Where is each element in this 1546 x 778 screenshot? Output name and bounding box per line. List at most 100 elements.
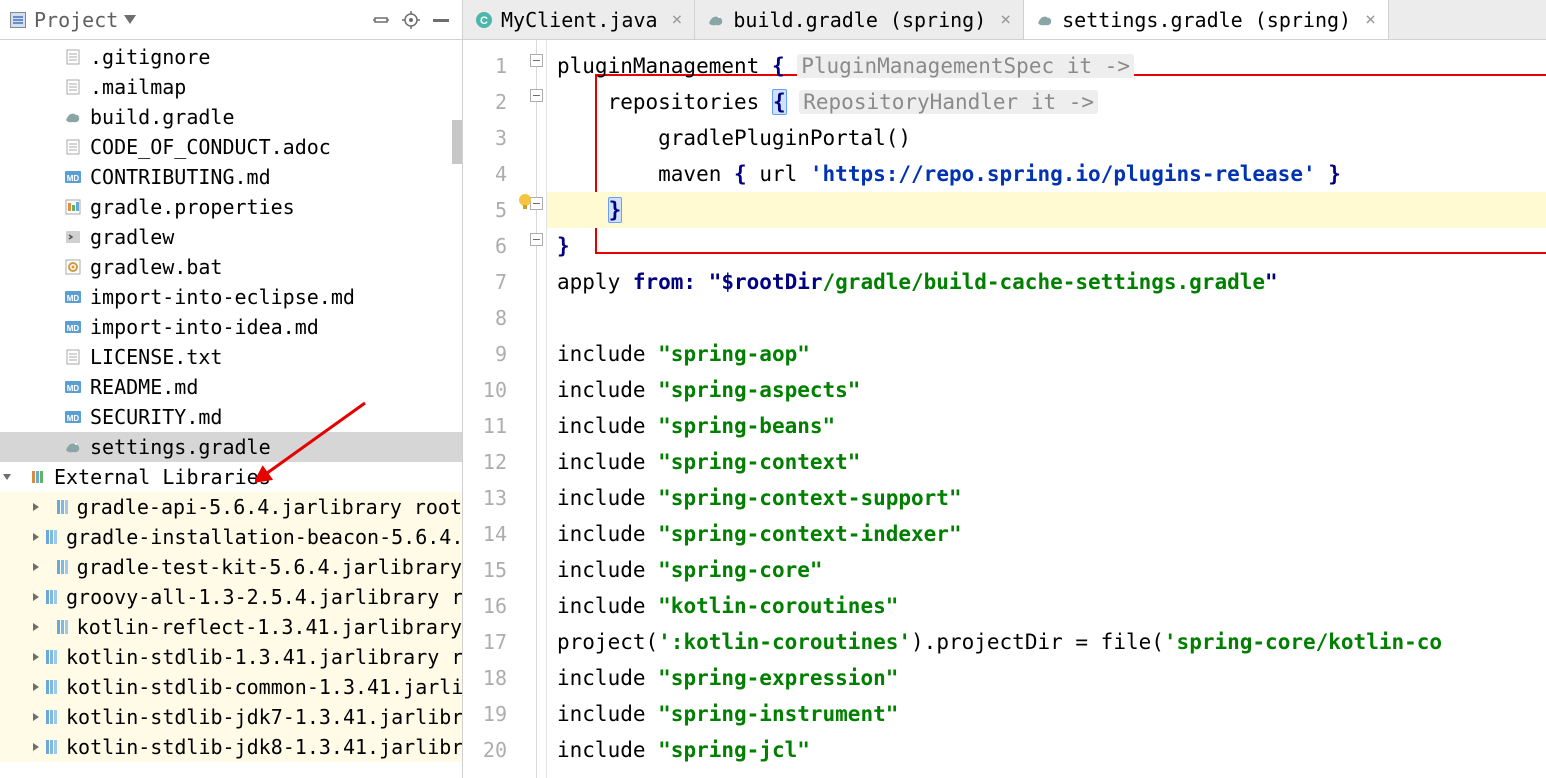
library-tree-item[interactable]: gradle-api-5.6.4.jarlibrary root [0,492,462,522]
file-icon [64,108,82,126]
code-line[interactable]: include "spring-aop" [547,336,1546,372]
inline-hint: PluginManagementSpec it -> [797,54,1134,78]
svg-text:MD: MD [67,384,80,393]
file-icon [64,228,82,246]
fold-toggle-icon[interactable] [530,233,543,246]
file-icon: MD [64,288,82,306]
file-tree-item[interactable]: MDimport-into-idea.md [0,312,462,342]
file-name: settings.gradle [90,435,271,459]
file-name: import-into-idea.md [90,315,319,339]
fold-toggle-icon[interactable] [530,54,543,67]
code-line[interactable]: include "kotlin-coroutines" [547,588,1546,624]
file-tree-item[interactable]: MDSECURITY.md [0,402,462,432]
code-line[interactable] [547,300,1546,336]
file-tree-item[interactable]: MD import-into-eclipse.md [0,282,462,312]
library-name: groovy-all-1.3-2.5.4.jar [66,585,355,609]
line-number: 7 [463,264,527,300]
chevron-right-icon [30,651,42,663]
project-tree[interactable]: .gitignore .mailmapbuild.gradle CODE_OF_CO… [0,40,462,778]
library-tree-item[interactable]: kotlin-stdlib-jdk8-1.3.41.jarlibr [0,732,462,762]
file-tree-item[interactable]: MD README.md [0,372,462,402]
file-tree-item[interactable]: .gitignore [0,42,462,72]
library-suffix: li [439,675,462,699]
code-line[interactable]: gradlePluginPortal() [547,120,1546,156]
library-suffix: library r [355,585,462,609]
line-number: 15 [463,552,527,588]
code-line[interactable]: apply from: "$rootDir/gradle/build-cache… [547,264,1546,300]
file-icon [64,198,82,216]
file-tree-item[interactable]: LICENSE.txt [0,342,462,372]
code-editor[interactable]: 1234567891011121314151617181920 pluginMa… [463,40,1546,778]
code-line[interactable]: include "spring-expression" [547,660,1546,696]
code-line[interactable]: pluginManagement { PluginManagementSpec … [547,48,1546,84]
svg-text:C: C [480,15,488,27]
file-tree-item[interactable]: .mailmap [0,72,462,102]
close-icon[interactable]: × [1365,9,1376,30]
code-line[interactable]: include "spring-context-indexer" [547,516,1546,552]
editor-tab[interactable]: settings.gradle (spring)× [1024,0,1389,39]
chevron-down-icon [0,470,30,484]
gear-icon[interactable] [400,9,422,31]
editor-tab[interactable]: build.gradle (spring)× [695,0,1024,39]
code-line[interactable]: } [547,192,1546,228]
editor-tab[interactable]: CMyClient.java× [463,0,695,39]
library-tree-item[interactable]: gradle-test-kit-5.6.4.jarlibrary [0,552,462,582]
library-tree-item[interactable]: kotlin-stdlib-jdk7-1.3.41.jarlibr [0,702,462,732]
library-name: kotlin-reflect-1.3.41.jar [77,615,378,639]
sidebar-title[interactable]: Project [34,8,136,32]
code-line[interactable]: project(':kotlin-coroutines').projectDir… [547,624,1546,660]
file-icon [64,258,82,276]
file-name: CODE_OF_CONDUCT.adoc [90,135,331,159]
locate-icon[interactable] [370,9,392,31]
jar-icon [53,558,71,576]
file-tree-item[interactable]: settings.gradle [0,432,462,462]
file-tree-item[interactable]: build.gradle [0,102,462,132]
file-tree-item[interactable]: gradle.properties [0,192,462,222]
code-line[interactable]: include "spring-core" [547,552,1546,588]
line-number: 10 [463,372,527,408]
fold-toggle-icon[interactable] [530,89,543,102]
file-icon: MD [64,378,82,396]
library-tree-item[interactable]: kotlin-reflect-1.3.41.jarlibrary [0,612,462,642]
file-name: import-into-eclipse.md [90,285,355,309]
file-tree-item[interactable]: gradlew [0,222,462,252]
file-tree-item[interactable]: CODE_OF_CONDUCT.adoc [0,132,462,162]
tab-file-icon [1036,11,1054,29]
file-tree-item[interactable]: gradlew.bat [0,252,462,282]
hide-icon[interactable] [430,9,452,31]
library-name: gradle-test-kit-5.6.4.jar [77,555,378,579]
line-number: 20 [463,732,527,768]
intention-bulb-icon[interactable] [515,192,535,212]
library-tree-item[interactable]: kotlin-stdlib-1.3.41.jarlibrary r [0,642,462,672]
line-number: 19 [463,696,527,732]
close-icon[interactable]: × [672,9,683,30]
fold-gutter[interactable] [527,40,547,778]
file-name: .gitignore [90,45,210,69]
inline-hint: RepositoryHandler it -> [799,90,1098,114]
code-line[interactable]: include "spring-jcl" [547,732,1546,768]
editor-tabs: CMyClient.java×build.gradle (spring)×set… [463,0,1546,40]
jar-icon [42,528,60,546]
library-tree-item[interactable]: kotlin-stdlib-common-1.3.41.jarli [0,672,462,702]
code-line[interactable]: } [547,228,1546,264]
code-line[interactable]: include "spring-instrument" [547,696,1546,732]
library-tree-item[interactable]: groovy-all-1.3-2.5.4.jarlibrary r [0,582,462,612]
line-number-gutter: 1234567891011121314151617181920 [463,40,527,778]
line-number: 2 [463,84,527,120]
code-line[interactable]: include "spring-context-support" [547,480,1546,516]
library-tree-item[interactable]: gradle-installation-beacon-5.6.4.j [0,522,462,552]
external-libraries-node[interactable]: External Libraries [0,462,462,492]
scrollbar-thumb[interactable] [452,120,462,164]
close-icon[interactable]: × [1000,9,1011,30]
line-number: 11 [463,408,527,444]
file-tree-item[interactable]: MDCONTRIBUTING.md [0,162,462,192]
code-line[interactable]: include "spring-aspects" [547,372,1546,408]
code-line[interactable]: maven { url 'https://repo.spring.io/plug… [547,156,1546,192]
file-name: README.md [90,375,198,399]
code-line[interactable]: include "spring-beans" [547,408,1546,444]
line-number: 1 [463,48,527,84]
code-line[interactable]: include "spring-context" [547,444,1546,480]
file-name: gradlew [90,225,174,249]
code-line[interactable]: repositories { RepositoryHandler it -> [547,84,1546,120]
file-icon [64,78,82,96]
